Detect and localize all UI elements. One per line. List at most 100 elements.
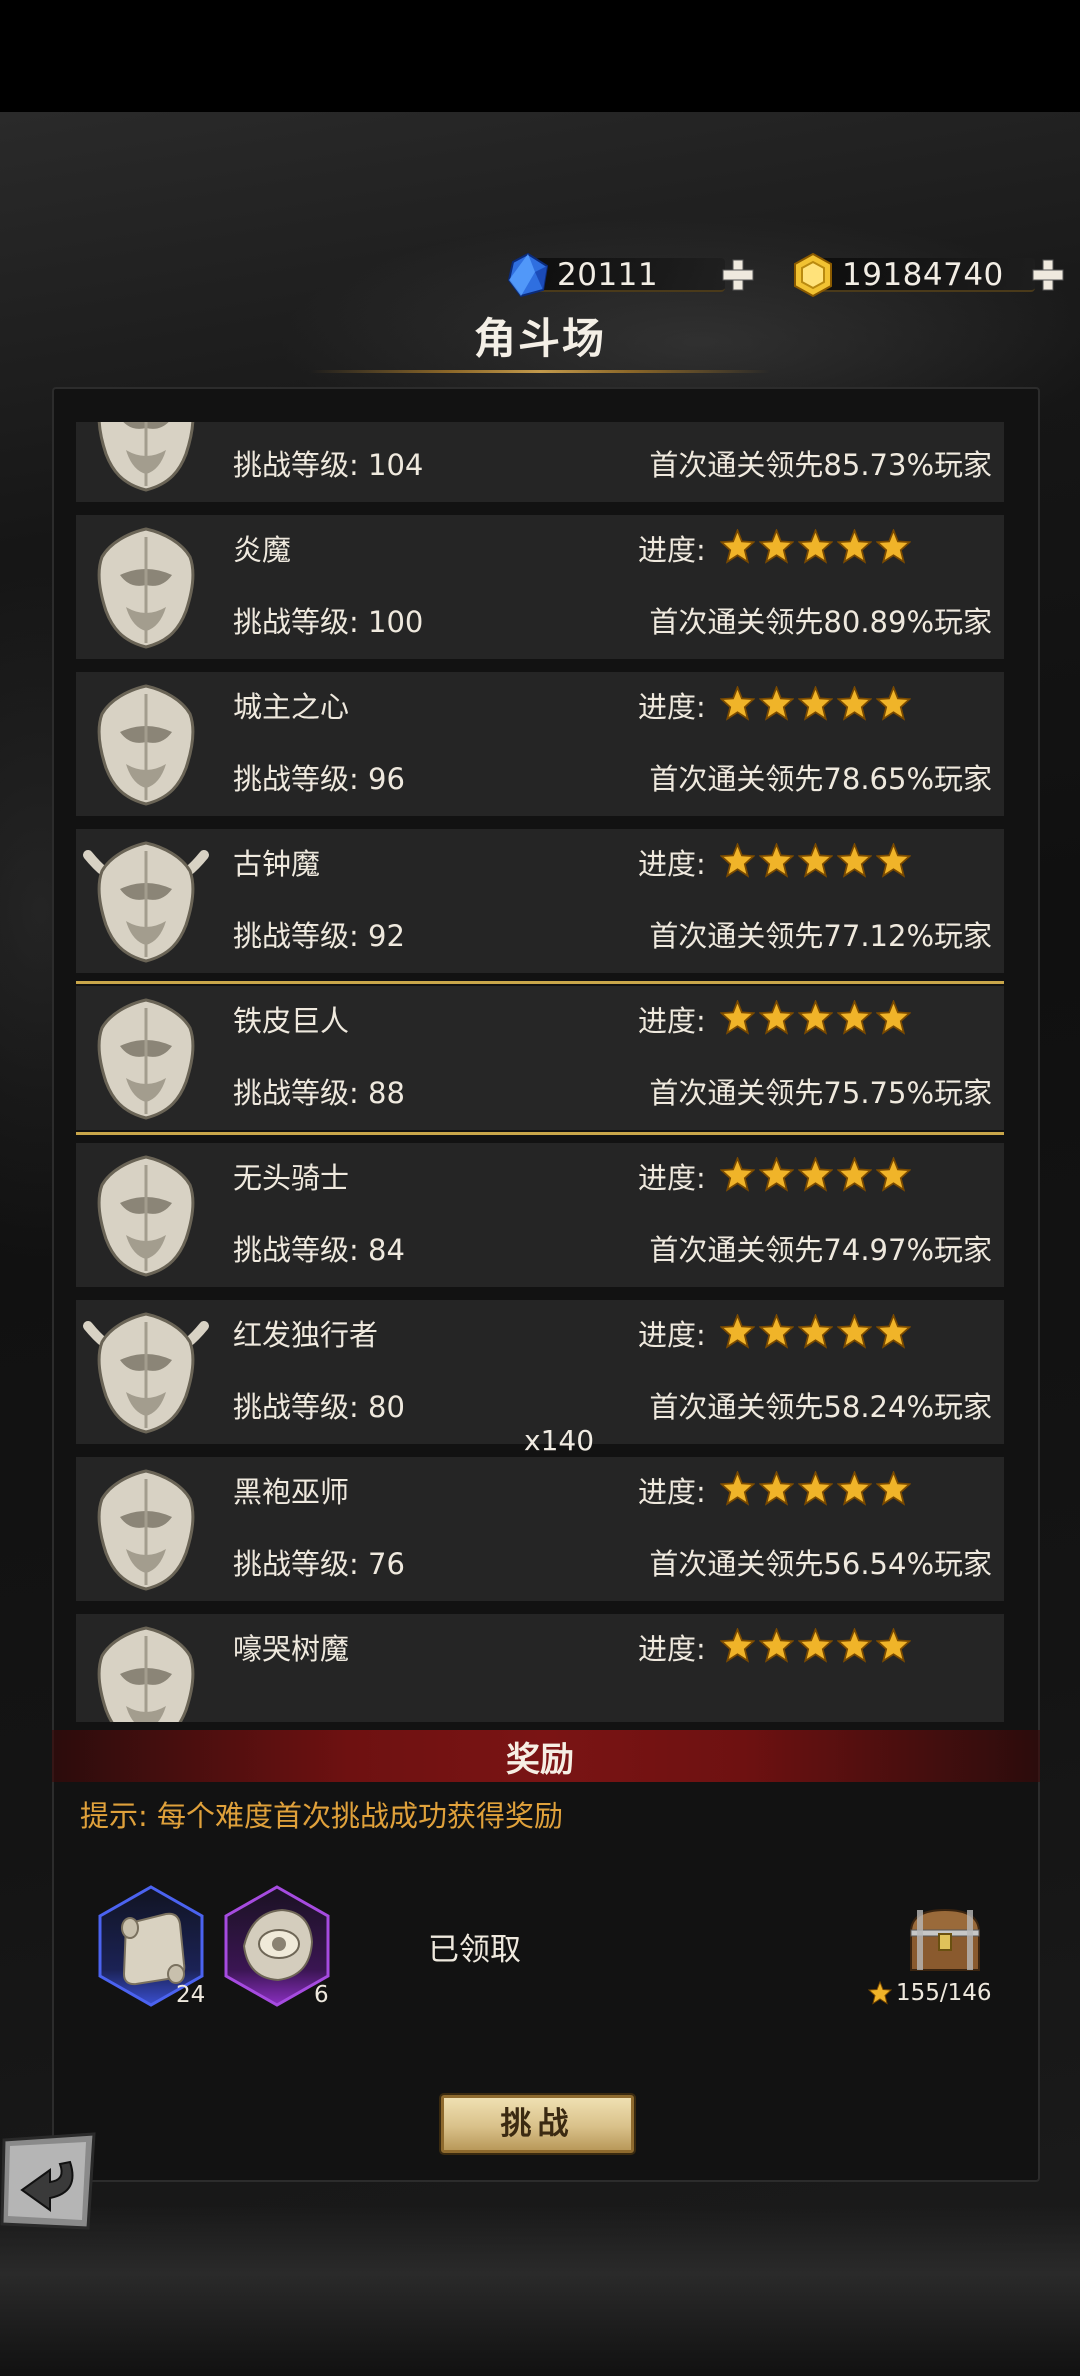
boss-mask-icon	[83, 1312, 209, 1434]
page-title: 角斗场	[473, 314, 606, 363]
blue-gem-icon	[507, 252, 549, 298]
challenge-row[interactable]: 古钟魔 进度: 挑战等级: 92 首次通关领先77.12%玩家	[76, 829, 1004, 973]
boss-name: 无头骑士	[233, 1161, 350, 1195]
progress-stars	[720, 1471, 920, 1507]
star-icon	[759, 1000, 794, 1035]
star-icon	[876, 686, 911, 721]
add-gems-button[interactable]	[721, 258, 755, 292]
progress-label: 进度:	[638, 1318, 706, 1352]
challenge-level: 挑战等级: 100	[233, 605, 424, 639]
gold-amount: 19184740	[842, 257, 1004, 293]
first-clear-rank: 首次通关领先78.65%玩家	[649, 762, 992, 796]
star-icon	[720, 529, 755, 564]
progress-label: 进度:	[638, 1632, 706, 1666]
first-clear-rank: 首次通关领先56.54%玩家	[649, 1547, 992, 1581]
gold-coin-icon	[794, 252, 832, 298]
add-gold-button[interactable]	[1031, 258, 1065, 292]
star-icon	[876, 1157, 911, 1192]
star-icon	[837, 529, 872, 564]
back-button[interactable]	[0, 2132, 98, 2232]
challenge-level: 挑战等级: 92	[233, 919, 405, 953]
star-icon	[798, 686, 833, 721]
star-icon	[720, 1000, 755, 1035]
boss-name: 城主之心	[233, 690, 350, 724]
gem-amount: 20111	[557, 257, 659, 293]
scroll-icon	[121, 1912, 186, 1986]
progress-stars	[720, 686, 920, 722]
reward-title: 奖励	[506, 1740, 574, 1780]
star-icon	[876, 1628, 911, 1663]
star-icon	[759, 1157, 794, 1192]
star-icon	[837, 1628, 872, 1663]
boss-name: 炎魔	[233, 533, 292, 567]
star-icon	[798, 1157, 833, 1192]
star-icon	[868, 1981, 892, 2005]
progress-label: 进度:	[638, 690, 706, 724]
reward-item-count: 6	[314, 1982, 329, 2008]
treasure-chest-icon[interactable]	[905, 1904, 985, 1974]
progress-stars	[720, 1314, 920, 1350]
progress-stars	[720, 1000, 920, 1036]
challenge-row[interactable]: 无头骑士 进度: 挑战等级: 84 首次通关领先74.97%玩家	[76, 1143, 1004, 1287]
progress-stars	[720, 843, 920, 879]
star-icon	[759, 686, 794, 721]
boss-mask-icon	[83, 841, 209, 963]
challenge-level: 挑战等级: 76	[233, 1547, 405, 1581]
progress-label: 进度:	[638, 533, 706, 567]
star-icon	[720, 1628, 755, 1663]
boss-name: 黑袍巫师	[233, 1475, 350, 1509]
reward-claimed-status: 已领取	[428, 1932, 521, 1968]
first-clear-rank: 首次通关领先77.12%玩家	[649, 919, 992, 953]
star-icon	[876, 1314, 911, 1349]
star-icon	[837, 1000, 872, 1035]
star-icon	[720, 686, 755, 721]
first-clear-rank: 首次通关领先58.24%玩家	[649, 1390, 992, 1424]
reward-item-count: 24	[176, 1982, 206, 2008]
boss-name: 嚎哭树魔	[233, 1632, 350, 1666]
star-icon	[759, 529, 794, 564]
challenge-level: 挑战等级: 84	[233, 1233, 405, 1267]
challenge-level: 挑战等级: 88	[233, 1076, 405, 1110]
star-icon	[798, 843, 833, 878]
star-icon	[876, 1471, 911, 1506]
boss-mask-icon	[97, 684, 195, 806]
challenge-level: 挑战等级: 96	[233, 762, 405, 796]
challenge-level: 挑战等级: 104	[233, 448, 424, 482]
star-icon	[759, 843, 794, 878]
challenge-row[interactable]: 嚎哭树魔 进度:	[76, 1614, 1004, 1722]
chest-progress-value: 155/146	[896, 1980, 992, 2006]
challenge-row[interactable]: 黑袍巫师 进度: 挑战等级: 76 首次通关领先56.54%玩家	[76, 1457, 1004, 1601]
boss-name: 古钟魔	[233, 847, 321, 881]
challenge-button[interactable]: 挑战	[441, 2095, 634, 2153]
boss-mask-icon	[97, 1155, 195, 1277]
star-icon	[837, 843, 872, 878]
star-icon	[876, 843, 911, 878]
gold-currency: 19184740	[790, 252, 1065, 298]
challenge-row[interactable]: 挑战等级: 104 首次通关领先85.73%玩家	[76, 422, 1004, 502]
challenge-row[interactable]: 炎魔 进度: 挑战等级: 100 首次通关领先80.89%玩家	[76, 515, 1004, 659]
title-divider	[310, 370, 770, 373]
progress-stars	[720, 1628, 920, 1664]
star-icon	[759, 1314, 794, 1349]
challenge-list[interactable]: 挑战等级: 104 首次通关领先85.73%玩家 炎魔 进度: 挑战等级: 100 首次通…	[76, 422, 1004, 1722]
star-icon	[837, 1157, 872, 1192]
multiplier-label: x140	[524, 1424, 595, 1457]
first-clear-rank: 首次通关领先85.73%玩家	[649, 448, 992, 482]
star-icon	[837, 1314, 872, 1349]
progress-label: 进度:	[638, 1161, 706, 1195]
star-icon	[876, 529, 911, 564]
star-icon	[720, 1314, 755, 1349]
challenge-row[interactable]: 红发独行者 进度: 挑战等级: 80 首次通关领先58.24%玩家	[76, 1300, 1004, 1444]
star-icon	[720, 843, 755, 878]
boss-mask-icon	[97, 527, 195, 649]
star-icon	[720, 1157, 755, 1192]
boss-name: 铁皮巨人	[233, 1004, 350, 1038]
first-clear-rank: 首次通关领先80.89%玩家	[649, 605, 992, 639]
gem-currency: 20111	[505, 252, 755, 298]
star-icon	[798, 1000, 833, 1035]
first-clear-rank: 首次通关领先74.97%玩家	[649, 1233, 992, 1267]
challenge-row[interactable]: 铁皮巨人 进度: 挑战等级: 88 首次通关领先75.75%玩家	[76, 981, 1004, 1135]
challenge-row[interactable]: 城主之心 进度: 挑战等级: 96 首次通关领先78.65%玩家	[76, 672, 1004, 816]
progress-label: 进度:	[638, 847, 706, 881]
boss-mask-icon	[97, 422, 195, 492]
